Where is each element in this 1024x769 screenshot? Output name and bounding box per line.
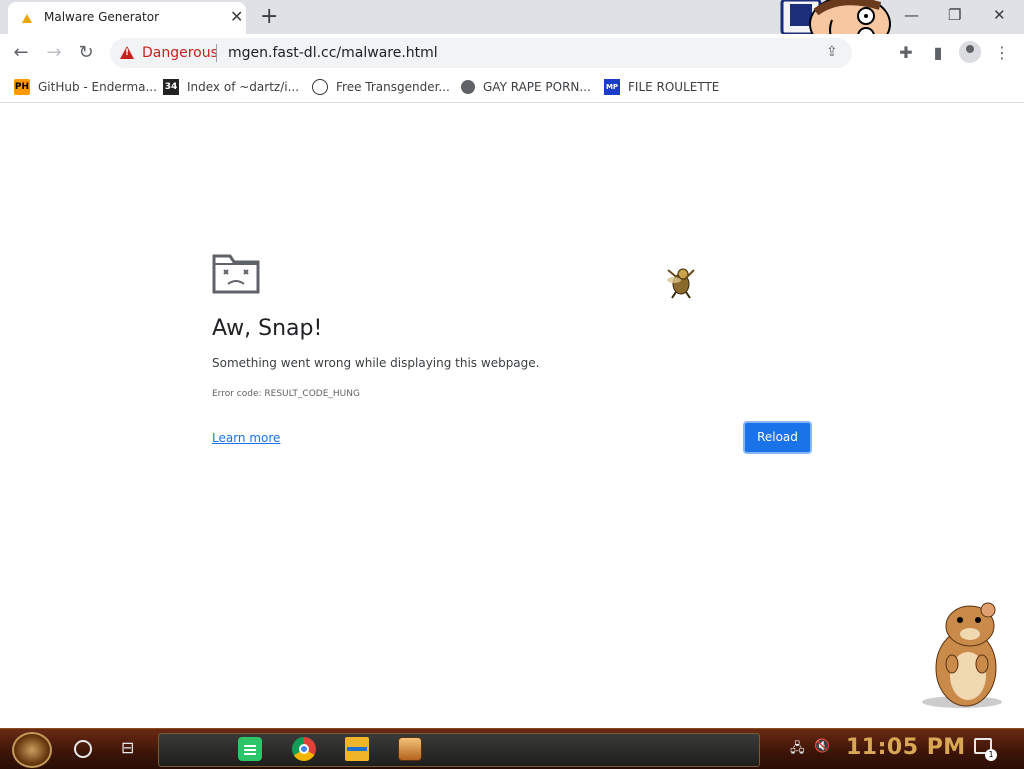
- close-window-button[interactable]: ✕: [993, 6, 1006, 24]
- volume-muted-icon[interactable]: 🔇: [814, 739, 830, 754]
- danger-icon-mark: !: [125, 48, 130, 58]
- sad-folder-icon: [212, 254, 260, 294]
- notification-badge: 1: [985, 749, 997, 761]
- restore-button[interactable]: ❐: [948, 6, 961, 24]
- bookmark-label: GAY RAPE PORN...: [483, 80, 591, 94]
- back-button[interactable]: ←: [10, 43, 32, 65]
- minimize-button[interactable]: —: [904, 6, 919, 24]
- start-button[interactable]: [12, 732, 52, 768]
- chrome-icon[interactable]: [292, 737, 316, 761]
- bookmark-file-roulette[interactable]: MP FILE ROULETTE: [604, 78, 719, 96]
- mp-favicon-icon: MP: [604, 79, 620, 95]
- ph-favicon-icon: PH: [14, 79, 30, 95]
- error-message: Something went wrong while displaying th…: [212, 356, 540, 370]
- bookmark-label: FILE ROULETTE: [628, 80, 720, 94]
- notes-icon[interactable]: [238, 737, 262, 761]
- browser-toolbar: ← → ↻ ! Dangerous mgen.fast-dl.cc/malwar…: [0, 34, 1024, 72]
- error-title: Aw, Snap!: [212, 316, 323, 341]
- warning-icon: [22, 14, 32, 23]
- dancing-hamster-sprite: [922, 602, 1002, 708]
- side-panel-icon[interactable]: ▮: [928, 43, 948, 63]
- network-icon[interactable]: 🖧: [790, 739, 805, 761]
- extensions-icon[interactable]: ✚: [896, 43, 916, 63]
- taskbar: ⊟ 🖧 🔇 11:05 PM 1: [0, 728, 1024, 769]
- bookmark-index[interactable]: 34 Index of ~dartz/i...: [163, 78, 299, 96]
- profile-avatar[interactable]: [959, 41, 981, 63]
- bookmarks-bar: PH GitHub - Enderma... 34 Index of ~dart…: [0, 72, 1024, 103]
- file-explorer-icon[interactable]: [345, 737, 369, 761]
- share-icon[interactable]: ⇪: [826, 44, 838, 60]
- browser-tab[interactable]: Malware Generator ✕: [8, 2, 246, 34]
- bookmark-label: GitHub - Enderma...: [38, 80, 157, 94]
- bookmark-label: Free Transgender...: [336, 80, 450, 94]
- game-icon[interactable]: [398, 737, 422, 761]
- learn-more-link[interactable]: Learn more: [212, 431, 280, 445]
- error-code: Error code: RESULT_CODE_HUNG: [212, 389, 360, 399]
- omnibox-separator: [216, 44, 217, 62]
- bookmark-globe[interactable]: GAY RAPE PORN...: [461, 78, 591, 96]
- bookmark-free[interactable]: Free Transgender...: [312, 78, 450, 96]
- flying-bug-sprite: [667, 268, 695, 299]
- bookmark-label: Index of ~dartz/i...: [187, 80, 300, 94]
- close-tab-icon[interactable]: ✕: [230, 9, 243, 25]
- clock[interactable]: 11:05 PM: [846, 735, 966, 760]
- url-text[interactable]: mgen.fast-dl.cc/malware.html: [228, 45, 438, 61]
- security-status[interactable]: Dangerous: [142, 45, 218, 61]
- menu-icon[interactable]: ⋮: [992, 43, 1012, 63]
- task-view-icon[interactable]: ⊟: [121, 739, 134, 757]
- bookmark-github[interactable]: PH GitHub - Enderma...: [14, 78, 157, 96]
- new-tab-button[interactable]: +: [260, 4, 278, 30]
- forward-button[interactable]: →: [43, 43, 65, 65]
- search-circle-icon[interactable]: [74, 740, 92, 758]
- globe-favicon-icon: [461, 80, 475, 94]
- address-bar[interactable]: ! Dangerous mgen.fast-dl.cc/malware.html…: [110, 38, 852, 68]
- refresh-button[interactable]: ↻: [75, 43, 97, 65]
- reload-button[interactable]: Reload: [743, 421, 812, 454]
- tab-strip: Malware Generator ✕ + — ❐ ✕: [0, 0, 1024, 53]
- tab-title: Malware Generator: [44, 10, 160, 24]
- trans-favicon-icon: [312, 79, 328, 95]
- rule34-favicon-icon: 34: [163, 79, 179, 95]
